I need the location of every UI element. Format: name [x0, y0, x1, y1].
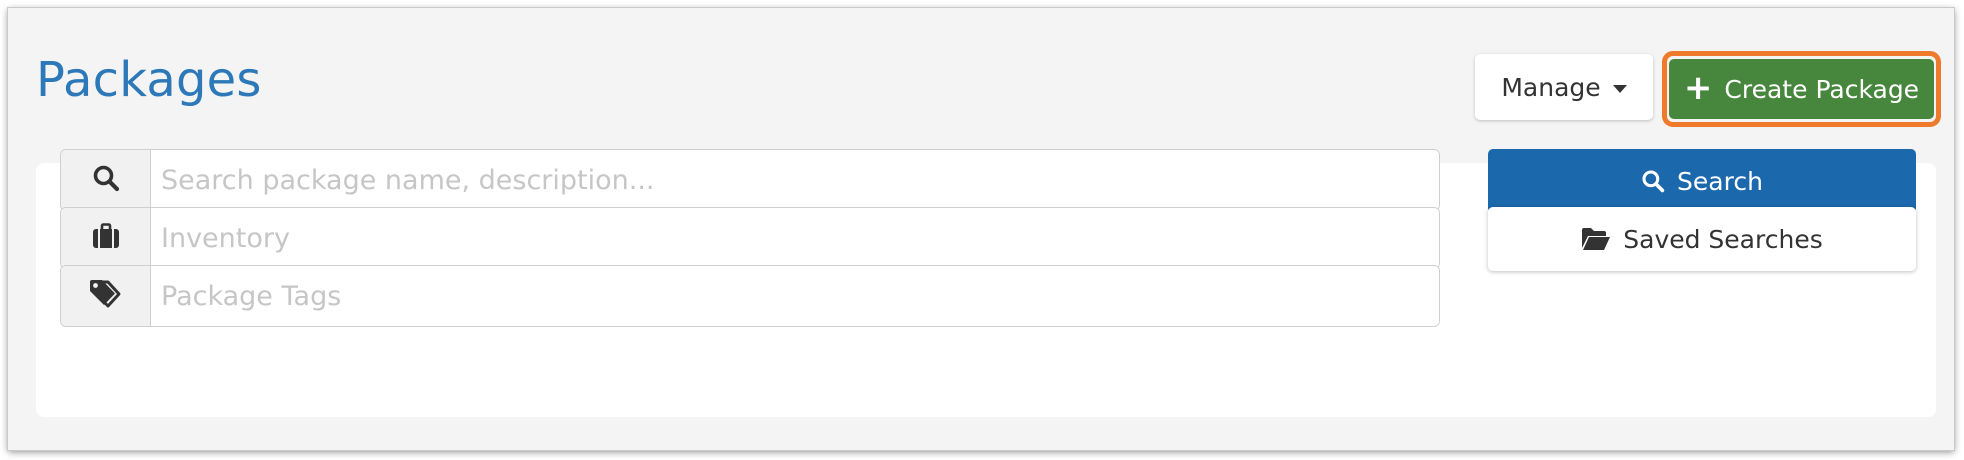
search-icon	[1641, 169, 1665, 193]
search-icon	[92, 164, 120, 196]
saved-searches-button[interactable]: Saved Searches	[1488, 207, 1916, 271]
search-input[interactable]	[151, 150, 1439, 210]
folder-open-icon	[1581, 227, 1611, 251]
page-title: Packages	[36, 52, 262, 108]
tags-addon	[61, 266, 151, 326]
create-package-button[interactable]: + Create Package	[1669, 59, 1934, 119]
manage-dropdown-button[interactable]: Manage	[1475, 54, 1653, 120]
inventory-input[interactable]	[151, 208, 1439, 268]
inventory-addon	[61, 208, 151, 268]
tags-input[interactable]	[151, 266, 1439, 326]
plus-icon: +	[1683, 67, 1713, 108]
search-addon	[61, 150, 151, 210]
caret-down-icon	[1612, 84, 1627, 93]
inventory-field-group	[60, 207, 1440, 269]
create-package-label: Create Package	[1724, 74, 1920, 104]
saved-searches-label: Saved Searches	[1623, 224, 1823, 254]
search-button-label: Search	[1677, 166, 1763, 196]
manage-button-label: Manage	[1501, 72, 1601, 102]
tags-icon	[88, 279, 124, 313]
search-button[interactable]: Search	[1488, 149, 1916, 213]
briefcase-icon	[92, 223, 120, 253]
app-frame: Packages Manage + Create Package Search …	[8, 8, 1954, 450]
tags-field-group	[60, 265, 1440, 327]
search-field-group	[60, 149, 1440, 211]
